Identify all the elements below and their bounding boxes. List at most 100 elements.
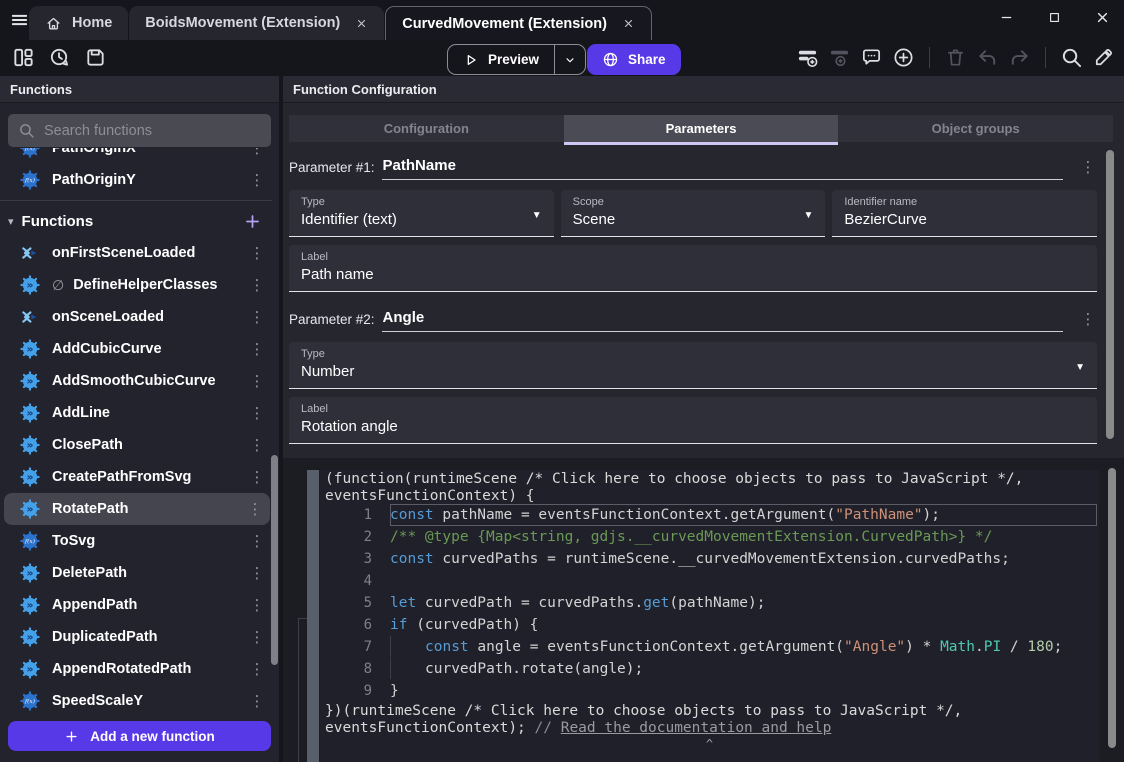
dropdown-scope[interactable]: ScopeScene▼ — [561, 190, 826, 237]
toolbar-divider — [929, 47, 930, 68]
input-label[interactable]: LabelPath name — [289, 245, 1097, 292]
code-line-6[interactable]: 6if (curvedPath) { — [320, 614, 1099, 636]
parameters-scrollbar[interactable] — [1106, 150, 1114, 439]
search-input[interactable] — [44, 123, 261, 139]
function-list-item-addline[interactable]: »AddLine⋮ — [0, 397, 272, 429]
events-scrollbar[interactable] — [1108, 468, 1116, 748]
parameter-menu-icon[interactable]: ⋮ — [1079, 158, 1097, 180]
item-menu-icon[interactable]: ⋮ — [248, 532, 266, 550]
close-window-button[interactable] — [1094, 9, 1111, 26]
documentation-link[interactable]: Read the documentation and help — [561, 720, 832, 736]
parameter-name-input[interactable]: PathName — [382, 157, 1063, 180]
function-list-item-pathoriginx[interactable]: f(x)PathOriginX⋮ — [0, 148, 272, 164]
code-line-7[interactable]: 7const angle = eventsFunctionContext.get… — [320, 636, 1099, 658]
item-menu-icon[interactable]: ⋮ — [248, 340, 266, 358]
item-menu-icon[interactable]: ⋮ — [248, 148, 266, 157]
item-menu-icon[interactable]: ⋮ — [248, 404, 266, 422]
dropdown-type[interactable]: TypeNumber▼ — [289, 342, 1097, 389]
history-icon[interactable] — [48, 46, 71, 69]
add-function-button[interactable]: Add a new function — [8, 721, 271, 751]
tab-close-icon[interactable] — [355, 17, 368, 30]
item-menu-icon[interactable]: ⋮ — [248, 436, 266, 454]
section-collapse-icon[interactable]: ▾ — [8, 215, 14, 228]
add-comment-icon[interactable] — [860, 46, 883, 69]
hamburger-menu-icon[interactable] — [9, 10, 30, 30]
edit-extension-icon[interactable] — [1092, 46, 1115, 69]
add-function-plus-icon[interactable] — [243, 212, 262, 231]
line-number: 2 — [320, 529, 372, 545]
code-line-8[interactable]: 8curvedPath.rotate(angle); — [320, 658, 1099, 680]
input-identifier-name[interactable]: Identifier nameBezierCurve — [832, 190, 1097, 237]
code-line-9[interactable]: 9} — [320, 680, 1099, 702]
event-drag-handle[interactable] — [307, 470, 319, 762]
maximize-window-button[interactable] — [1046, 9, 1063, 26]
action-function-icon: » — [20, 595, 40, 615]
editor-tab-curvedmovement-extension-[interactable]: CurvedMovement (Extension) — [385, 6, 652, 40]
function-list-item-pathoriginy[interactable]: f(x)PathOriginY⋮ — [0, 164, 272, 196]
parameter-field-row: TypeIdentifier (text)▼ScopeScene▼Identif… — [289, 190, 1097, 237]
item-menu-icon[interactable]: ⋮ — [248, 276, 266, 294]
tab-configuration[interactable]: Configuration — [289, 115, 564, 142]
item-menu-icon[interactable]: ⋮ — [248, 244, 266, 262]
function-list-item-appendpath[interactable]: »AppendPath⋮ — [0, 589, 272, 621]
save-icon[interactable] — [84, 46, 107, 69]
function-list-item-onsceneloaded[interactable]: onSceneLoaded⋮ — [0, 301, 272, 333]
sidebar-scrollbar[interactable] — [271, 455, 278, 665]
search-box[interactable] — [8, 114, 271, 147]
item-menu-icon[interactable]: ⋮ — [248, 308, 266, 326]
code-token: const — [390, 551, 434, 567]
preview-button-main[interactable]: Preview — [448, 45, 554, 74]
item-menu-icon[interactable]: ⋮ — [248, 628, 266, 646]
tab-parameters[interactable]: Parameters — [564, 115, 839, 142]
function-list-item-createpathfromsvg[interactable]: »CreatePathFromSvg⋮ — [0, 461, 272, 493]
share-button[interactable]: Share — [587, 44, 681, 75]
item-menu-icon[interactable]: ⋮ — [246, 500, 264, 518]
item-menu-icon[interactable]: ⋮ — [248, 596, 266, 614]
code-line-3[interactable]: 3const curvedPaths = runtimeScene.__curv… — [320, 548, 1099, 570]
function-list-item-onfirstsceneloaded[interactable]: onFirstSceneLoaded⋮ — [0, 237, 272, 269]
preview-dropdown-button[interactable] — [555, 45, 585, 74]
svg-text:»: » — [27, 375, 34, 388]
function-list-item-speedscaley[interactable]: f(x)SpeedScaleY⋮ — [0, 685, 272, 717]
function-list-item-rotatepath[interactable]: »RotatePath⋮ — [4, 493, 270, 525]
editor-tab-home[interactable]: Home — [29, 6, 128, 40]
tab-object-groups[interactable]: Object groups — [838, 115, 1113, 142]
function-list-item-tosvg[interactable]: f(x)ToSvg⋮ — [0, 525, 272, 557]
code-line-4[interactable]: 4 — [320, 570, 1099, 592]
js-code-editor[interactable]: (function(runtimeScene /* Click here to … — [320, 470, 1099, 762]
add-event-icon[interactable] — [796, 46, 819, 69]
preview-button[interactable]: Preview — [447, 44, 586, 75]
function-list-item-definehelperclasses[interactable]: »∅DefineHelperClasses⋮ — [0, 269, 272, 301]
functions-section-header[interactable]: ▾Functions — [0, 205, 272, 237]
tab-close-icon[interactable] — [622, 17, 635, 30]
item-menu-icon[interactable]: ⋮ — [248, 692, 266, 710]
function-list-item-closepath[interactable]: »ClosePath⋮ — [0, 429, 272, 461]
function-list-item-addcubiccurve[interactable]: »AddCubicCurve⋮ — [0, 333, 272, 365]
field-label: Label — [301, 251, 1085, 263]
function-function-icon: f(x) — [20, 531, 40, 551]
parameter-menu-icon[interactable]: ⋮ — [1079, 310, 1097, 332]
function-list-item-addsmoothcubiccurve[interactable]: »AddSmoothCubicCurve⋮ — [0, 365, 272, 397]
parameter-name-input[interactable]: Angle — [382, 309, 1063, 332]
function-list-item-deletepath[interactable]: »DeletePath⋮ — [0, 557, 272, 589]
item-menu-icon[interactable]: ⋮ — [248, 660, 266, 678]
item-menu-icon[interactable]: ⋮ — [248, 171, 266, 189]
dropdown-type[interactable]: TypeIdentifier (text)▼ — [289, 190, 554, 237]
editor-tab-boidsmovement-extension-[interactable]: BoidsMovement (Extension) — [129, 6, 384, 40]
search-icon[interactable] — [1060, 46, 1083, 69]
code-line-5[interactable]: 5let curvedPath = curvedPaths.get(pathNa… — [320, 592, 1099, 614]
minimize-window-button[interactable] — [998, 9, 1015, 26]
function-list-item-duplicatedpath[interactable]: »DuplicatedPath⋮ — [0, 621, 272, 653]
item-menu-icon[interactable]: ⋮ — [248, 564, 266, 582]
code-line-1[interactable]: 1const pathName = eventsFunctionContext.… — [320, 504, 1099, 526]
input-label[interactable]: LabelRotation angle — [289, 397, 1097, 444]
panels-icon[interactable] — [12, 46, 35, 69]
function-list-item-appendrotatedpath[interactable]: »AppendRotatedPath⋮ — [0, 653, 272, 685]
item-menu-icon[interactable]: ⋮ — [248, 372, 266, 390]
code-line-2[interactable]: 2/** @type {Map<string, gdjs.__curvedMov… — [320, 526, 1099, 548]
add-circle-icon[interactable] — [892, 46, 915, 69]
code-token: if — [390, 617, 407, 633]
code-header[interactable]: (function(runtimeScene /* Click here to … — [320, 470, 1099, 504]
action-function-icon: » — [20, 467, 40, 487]
item-menu-icon[interactable]: ⋮ — [248, 468, 266, 486]
